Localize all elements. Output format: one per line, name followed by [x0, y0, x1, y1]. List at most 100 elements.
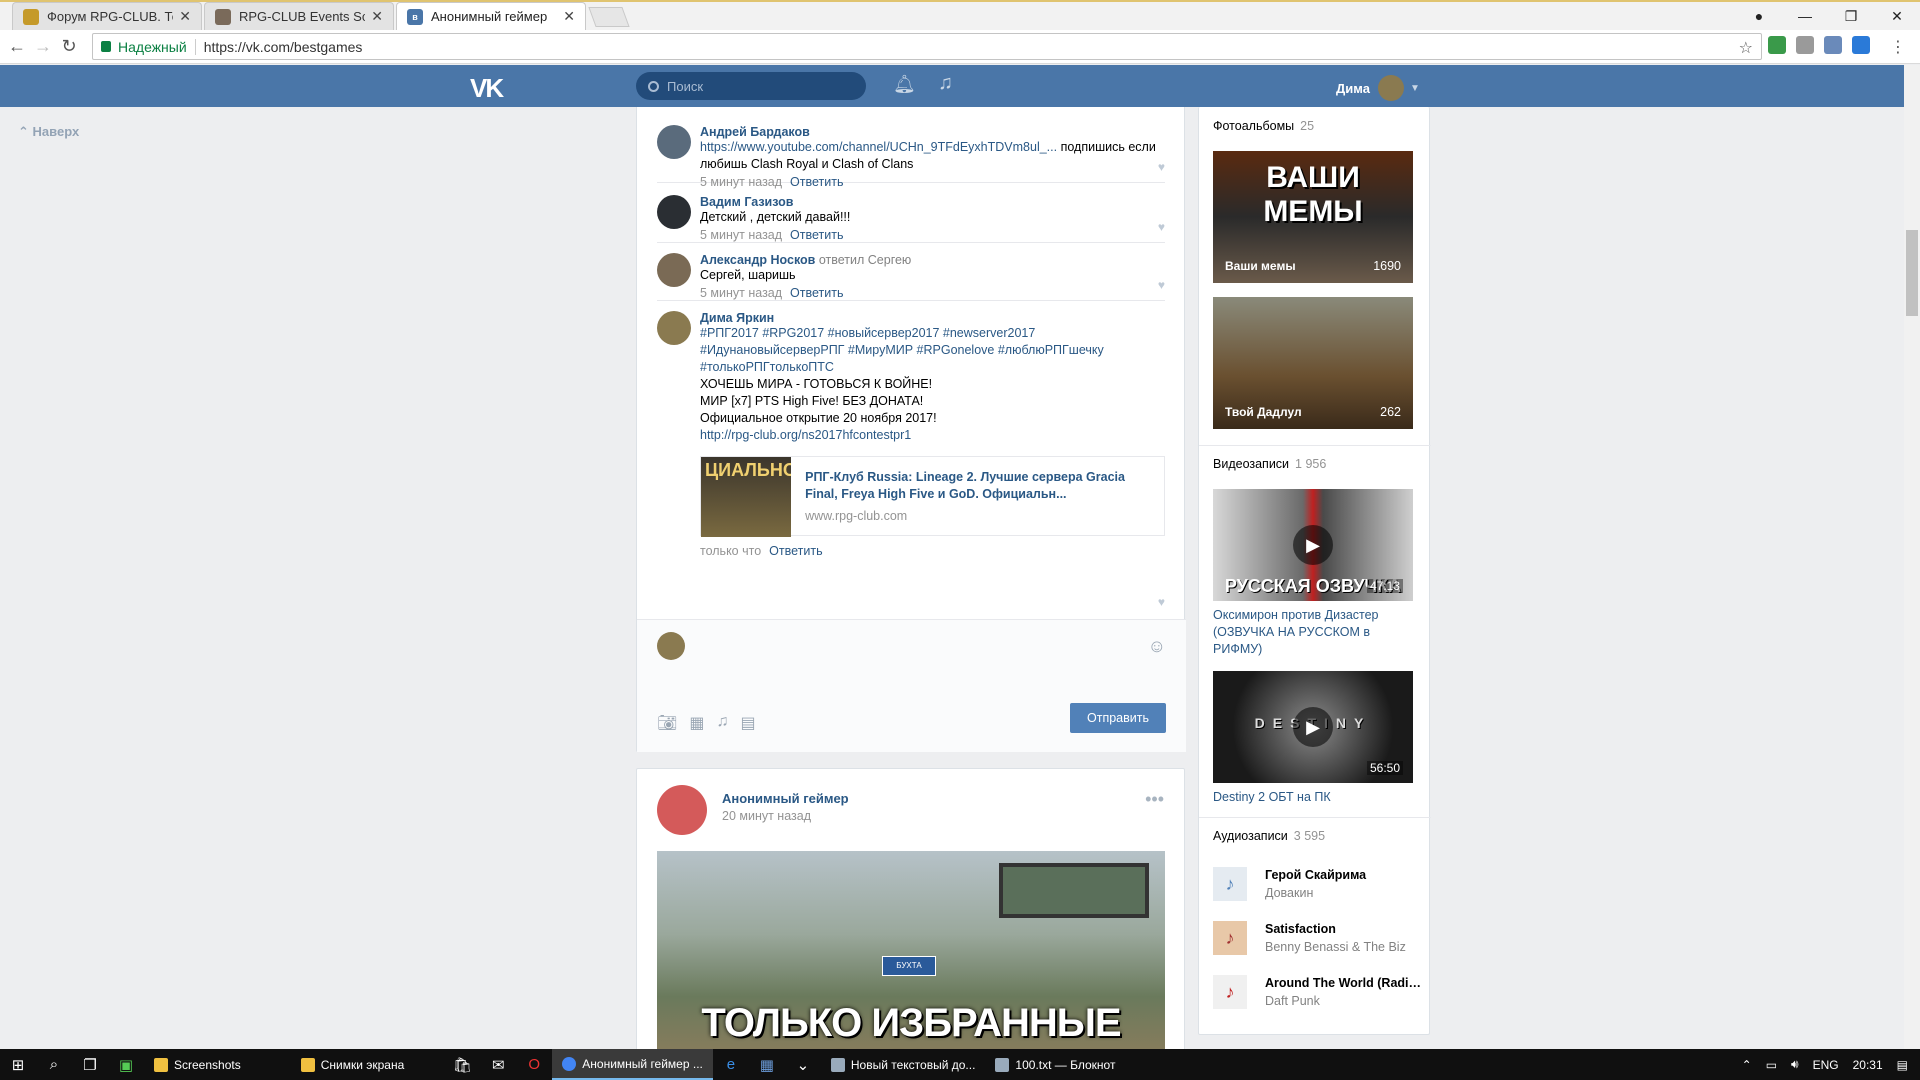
- post-time[interactable]: 20 минут назад: [722, 809, 811, 823]
- close-window-icon[interactable]: ✕: [1874, 8, 1920, 25]
- audio-track[interactable]: ♪ Satisfaction Benny Benassi & The Biz: [1213, 917, 1423, 957]
- videos-header[interactable]: Видеозаписи 1 956: [1213, 457, 1326, 471]
- search-input[interactable]: Поиск: [636, 72, 866, 100]
- film-icon[interactable]: ▦: [689, 713, 704, 733]
- search-icon[interactable]: ⌕: [36, 1049, 72, 1080]
- video-thumbnail[interactable]: РУССКАЯ ОЗВУЧКА ▶ 47:13: [1213, 489, 1413, 601]
- avatar[interactable]: [657, 311, 691, 345]
- post-author[interactable]: Анонимный геймер: [722, 791, 849, 806]
- browser-tab[interactable]: RPG-CLUB Events Screen ✕: [204, 2, 394, 30]
- store-icon[interactable]: 🛍︎: [444, 1049, 480, 1080]
- browser-menu-icon[interactable]: ⋮: [1890, 37, 1906, 57]
- comment-hashtags[interactable]: #РПГ2017 #RPG2017 #новыйсервер2017 #news…: [700, 326, 1104, 374]
- comment-time[interactable]: только что: [700, 544, 761, 558]
- avatar[interactable]: [657, 785, 707, 835]
- taskbar-item[interactable]: Снимки экрана: [291, 1049, 415, 1080]
- video-thumbnail[interactable]: DESTINY ▶ 56:50: [1213, 671, 1413, 783]
- taskbar-item[interactable]: 100.txt — Блокнот: [985, 1049, 1125, 1080]
- forward-icon[interactable]: →: [30, 36, 56, 57]
- scrollbar-thumb[interactable]: [1906, 230, 1918, 316]
- secure-indicator[interactable]: Надежный: [101, 39, 187, 55]
- browser-tab[interactable]: Форум RPG-CLUB. Тема ✕: [12, 2, 202, 30]
- comment-author-name[interactable]: Александр Носков: [700, 253, 815, 267]
- notifications-bell-icon[interactable]: 🔔︎: [893, 74, 916, 95]
- task-view-icon[interactable]: ❐: [72, 1049, 108, 1080]
- audio-track[interactable]: ♪ Герой Скайрима Довакин: [1213, 863, 1423, 903]
- taskbar-item[interactable]: Анонимный геймер ...: [552, 1049, 713, 1080]
- vk-logo[interactable]: VK: [470, 73, 504, 104]
- mail-icon[interactable]: ✉: [480, 1049, 516, 1080]
- chevron-up-icon[interactable]: ⌃: [1742, 1058, 1752, 1072]
- page-scrollbar[interactable]: [1904, 65, 1920, 1049]
- reply-link[interactable]: Ответить: [790, 175, 843, 189]
- reply-link[interactable]: Ответить: [790, 286, 843, 300]
- extension-icon[interactable]: [1796, 36, 1814, 54]
- taskbar-item[interactable]: Новый текстовый до...: [821, 1049, 986, 1080]
- user-menu[interactable]: Дима ▼: [1336, 75, 1420, 101]
- notifications-icon[interactable]: ▤: [1897, 1058, 1908, 1072]
- url-text[interactable]: https://vk.com/bestgames: [204, 39, 363, 55]
- albums-header[interactable]: Фотоальбомы 25: [1213, 119, 1314, 133]
- reply-link[interactable]: Ответить: [769, 544, 822, 558]
- restore-icon[interactable]: ❐: [1828, 8, 1874, 25]
- volume-icon[interactable]: 🔊︎: [1791, 1057, 1799, 1072]
- app-icon[interactable]: ▣: [108, 1049, 144, 1080]
- video-title[interactable]: Оксимирон против Дизастер (ОЗВУЧКА НА РУ…: [1213, 607, 1413, 658]
- edge-icon[interactable]: e: [713, 1049, 749, 1080]
- play-icon[interactable]: ▶: [1293, 525, 1333, 565]
- comment-author[interactable]: Дима Яркин: [700, 311, 1165, 325]
- close-tab-icon[interactable]: ✕: [563, 8, 575, 25]
- photo-album[interactable]: Твой Дадлул 262: [1213, 297, 1413, 429]
- like-heart-icon[interactable]: ♥: [1158, 220, 1165, 234]
- comment-time[interactable]: 5 минут назад: [700, 228, 782, 242]
- close-tab-icon[interactable]: ✕: [371, 8, 383, 25]
- audio-track[interactable]: ♪ Around The World (Radio ... Daft Punk: [1213, 971, 1423, 1011]
- extension-icon[interactable]: [1768, 36, 1786, 54]
- reply-link[interactable]: Ответить: [790, 228, 843, 242]
- network-icon[interactable]: ▭: [1766, 1058, 1777, 1072]
- link-preview-card[interactable]: ЦИАЛЬНОЕ ОТКРЫ НОЯБРЯ 201 20:00 Мск РПГ-…: [700, 456, 1165, 537]
- play-icon[interactable]: ▶: [1293, 707, 1333, 747]
- reload-icon[interactable]: ↻: [56, 36, 82, 57]
- avatar[interactable]: [657, 195, 691, 229]
- audio-header[interactable]: Аудиозаписи 3 595: [1213, 829, 1325, 843]
- comment-link[interactable]: http://rpg-club.org/ns2017hfcontestpr1: [700, 428, 911, 442]
- browser-tab-active[interactable]: в Анонимный геймер ✕: [396, 2, 586, 30]
- taskbar-item[interactable]: Screenshots: [144, 1049, 251, 1080]
- scroll-to-top-link[interactable]: ⌃ Наверх: [18, 124, 79, 140]
- comment-author[interactable]: Вадим Газизов: [700, 195, 1165, 209]
- link-preview-title[interactable]: РПГ-Клуб Russia: Lineage 2. Лучшие серве…: [805, 469, 1150, 503]
- document-icon[interactable]: ▤: [740, 713, 755, 733]
- comment-time[interactable]: 5 минут назад: [700, 286, 782, 300]
- address-bar[interactable]: Надежный https://vk.com/bestgames ☆: [92, 33, 1762, 60]
- comment-time[interactable]: 5 минут назад: [700, 175, 782, 189]
- clock[interactable]: 20:31: [1853, 1058, 1883, 1072]
- new-tab-button[interactable]: [588, 7, 630, 27]
- photo-album[interactable]: ВАШИ МЕМЫ Ваши мемы 1690: [1213, 151, 1413, 283]
- chevron-down-icon[interactable]: ⌄: [785, 1049, 821, 1080]
- bookmark-star-icon[interactable]: ☆: [1739, 38, 1753, 58]
- like-heart-icon[interactable]: ♥: [1158, 278, 1165, 292]
- album-cover-icon[interactable]: ♪: [1213, 921, 1247, 955]
- video-title[interactable]: Destiny 2 ОБТ на ПК: [1213, 789, 1413, 806]
- extension-icon[interactable]: [1824, 36, 1842, 54]
- extension-icon[interactable]: [1852, 36, 1870, 54]
- avatar[interactable]: [657, 253, 691, 287]
- send-button[interactable]: Отправить: [1070, 703, 1166, 733]
- like-heart-icon[interactable]: ♥: [1158, 160, 1165, 174]
- save-icon[interactable]: ▦: [749, 1049, 785, 1080]
- track-artist[interactable]: Довакин: [1265, 886, 1313, 900]
- comment-author[interactable]: Андрей Бардаков: [700, 125, 1165, 139]
- close-tab-icon[interactable]: ✕: [179, 8, 191, 25]
- music-note-icon[interactable]: ♪: [1213, 867, 1247, 901]
- album-cover-icon[interactable]: ♪: [1213, 975, 1247, 1009]
- profile-icon[interactable]: ●: [1736, 8, 1782, 24]
- back-icon[interactable]: ←: [4, 36, 30, 57]
- music-note-icon[interactable]: ♫: [938, 72, 953, 95]
- post-image[interactable]: БУХТА ТОЛЬКО ИЗБРАННЫЕ ВСПОМНЯТ: [657, 851, 1165, 1059]
- comment-link[interactable]: https://www.youtube.com/channel/UCHn_9TF…: [700, 140, 1057, 154]
- windows-start-icon[interactable]: ⊞: [0, 1049, 36, 1080]
- avatar[interactable]: [657, 125, 691, 159]
- camera-icon[interactable]: 📷︎: [657, 713, 677, 733]
- minimize-icon[interactable]: —: [1782, 8, 1828, 24]
